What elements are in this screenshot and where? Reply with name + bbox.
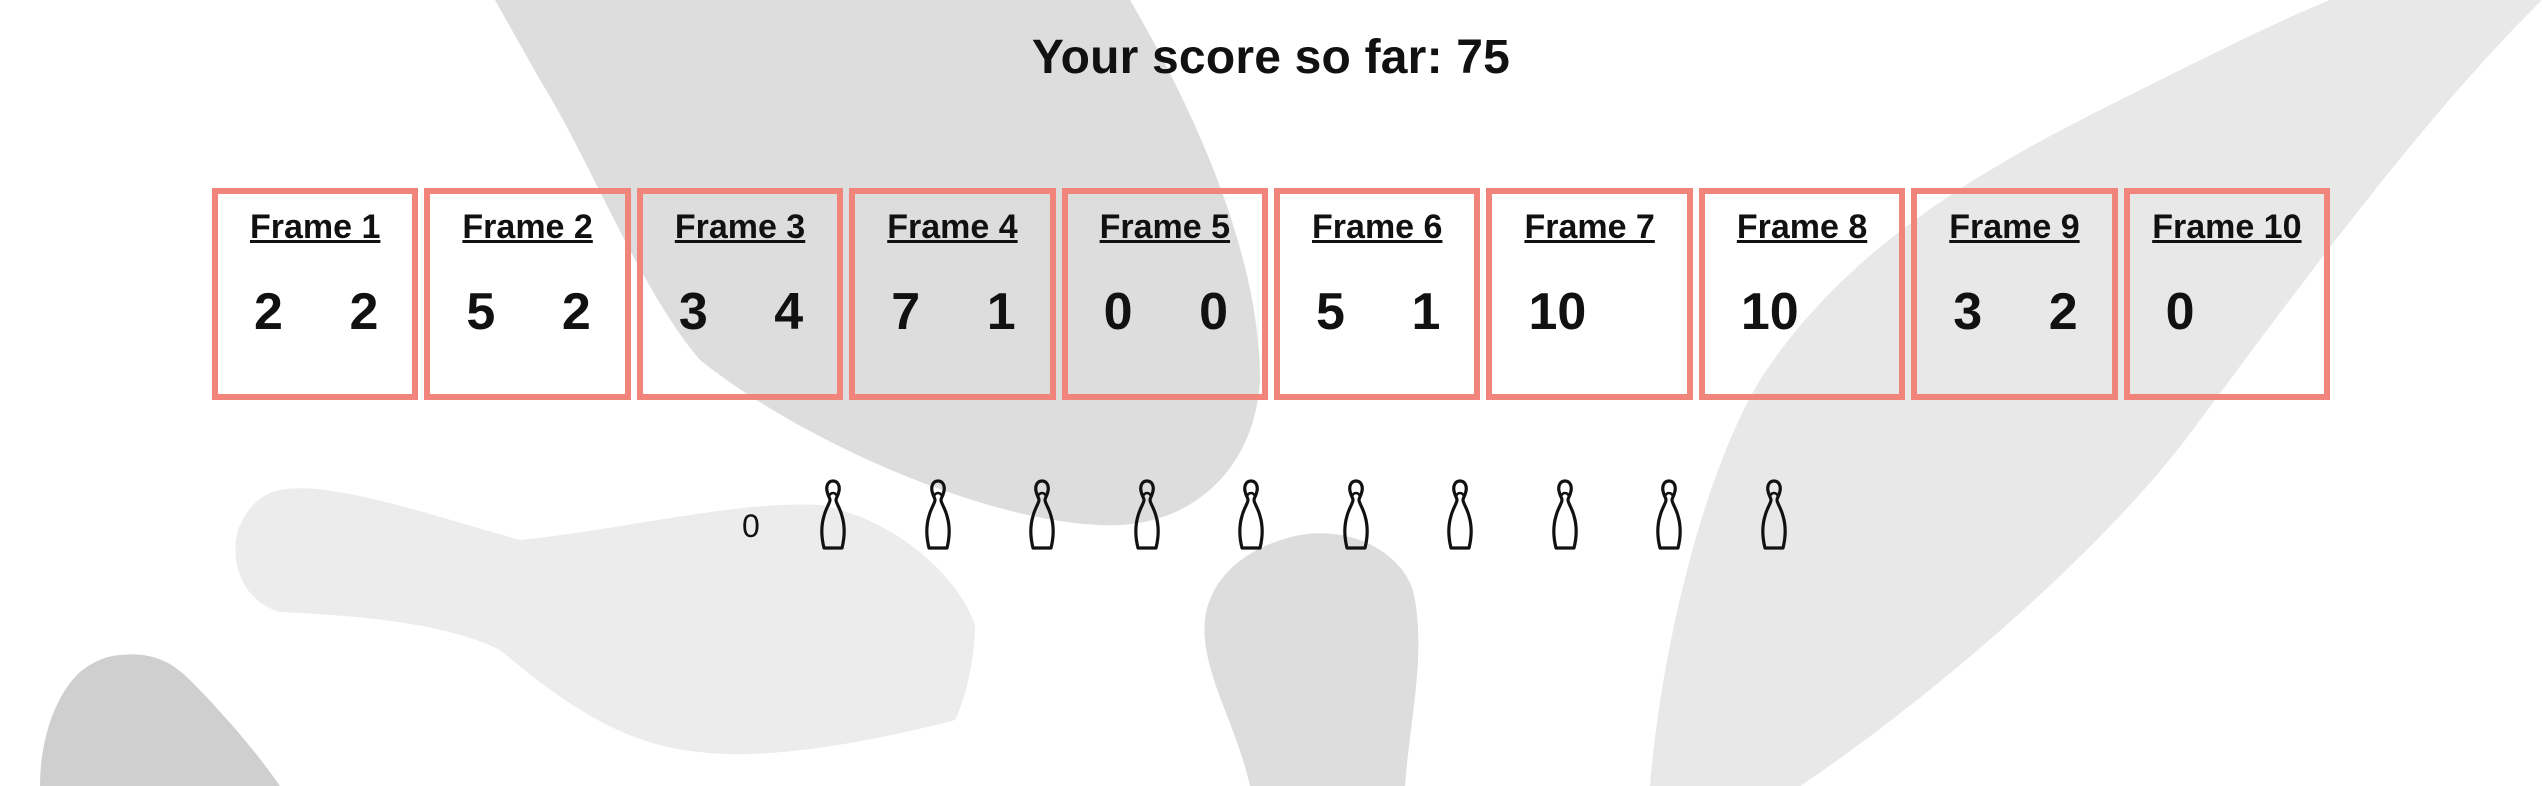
frame-roll-1: 2 xyxy=(254,283,283,341)
frame-label: Frame 9 xyxy=(1949,208,2080,246)
scoreboard: Frame 1 2 2 Frame 2 5 2 Frame 3 3 4 Frame 4 7 1 Fram… xyxy=(212,188,2331,400)
frame-label: Frame 5 xyxy=(1099,208,1231,246)
bowling-pin-icon[interactable] xyxy=(813,478,853,552)
frame-4: Frame 4 7 1 xyxy=(849,188,1056,400)
frame-label: Frame 10 xyxy=(2152,208,2302,246)
bowling-pin-icon[interactable] xyxy=(1545,478,1585,552)
frame-roll-2: 2 xyxy=(561,283,591,341)
pins-row: 0 xyxy=(0,478,2542,558)
frame-6: Frame 6 5 1 xyxy=(1274,188,1481,400)
frame-label: Frame 2 xyxy=(462,208,593,246)
frame-roll-1: 0 xyxy=(2165,283,2195,341)
background-shape-center-bottle xyxy=(1204,533,1419,786)
bowling-pin-icon[interactable] xyxy=(1127,478,1167,552)
frame-2: Frame 2 5 2 xyxy=(424,188,631,400)
frame-7: Frame 7 10 xyxy=(1486,188,1693,400)
frame-label: Frame 8 xyxy=(1736,208,1868,246)
frame-roll-2: 4 xyxy=(774,283,804,341)
bowling-pin-icon[interactable] xyxy=(1336,478,1376,552)
bowling-pin-icon[interactable] xyxy=(1754,478,1794,552)
frame-roll-1: 0 xyxy=(1103,283,1133,341)
frame-8: Frame 8 10 xyxy=(1698,188,1906,400)
bowling-pin-icon[interactable] xyxy=(1231,478,1271,552)
frame-roll-2: 1 xyxy=(1411,283,1441,341)
frame-label: Frame 3 xyxy=(674,208,806,246)
pins-knocked-count: 0 xyxy=(742,508,760,544)
frame-roll-1: 3 xyxy=(1953,283,1983,341)
bowling-pin-icon[interactable] xyxy=(1649,478,1689,552)
score-title: Your score so far: 75 xyxy=(1031,31,1511,84)
frame-roll-1: 10 xyxy=(1528,283,1587,341)
frame-label: Frame 7 xyxy=(1524,208,1655,246)
frame-roll-1: 5 xyxy=(1316,283,1345,341)
frame-10: Frame 10 0 xyxy=(2123,188,2331,400)
frame-label: Frame 6 xyxy=(1312,208,1443,246)
frame-roll-1: 5 xyxy=(466,283,496,341)
frame-roll-1: 7 xyxy=(891,283,921,341)
frame-3: Frame 3 3 4 xyxy=(636,188,844,400)
frame-9: Frame 9 3 2 xyxy=(1911,188,2118,400)
frame-label: Frame 4 xyxy=(887,208,1018,246)
frame-roll-1: 3 xyxy=(678,283,708,341)
bowling-pin-icon[interactable] xyxy=(1440,478,1480,552)
bowling-pin-icon[interactable] xyxy=(918,478,958,552)
frame-roll-2: 2 xyxy=(349,283,379,341)
frame-roll-2: 2 xyxy=(2048,283,2078,341)
background-shape-bottom-left xyxy=(40,654,280,786)
frame-1: Frame 1 2 2 xyxy=(212,188,419,400)
bowling-pin-icon[interactable] xyxy=(1022,478,1062,552)
frame-roll-2: 1 xyxy=(986,283,1016,341)
frame-roll-1: 10 xyxy=(1740,283,1799,341)
frame-label: Frame 1 xyxy=(250,208,381,246)
frame-roll-2: 0 xyxy=(1199,283,1229,341)
frame-5: Frame 5 0 0 xyxy=(1061,188,1269,400)
